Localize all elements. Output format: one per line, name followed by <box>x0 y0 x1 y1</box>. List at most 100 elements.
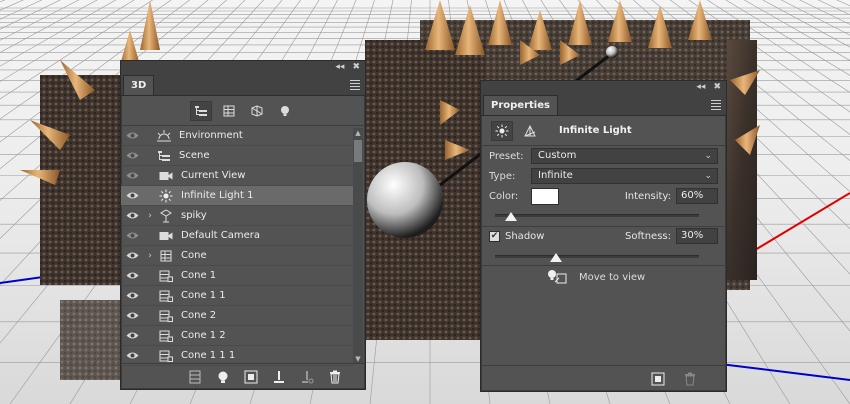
drop-to-plane-button[interactable] <box>271 369 287 385</box>
panel-menu-icon[interactable] <box>711 100 721 112</box>
preset-row: Preset: Custom ⌄ <box>489 147 718 165</box>
shadow-checkbox[interactable]: ✔ <box>489 230 500 242</box>
add-mesh-button[interactable] <box>187 369 203 385</box>
light-color-swatch[interactable] <box>531 187 559 205</box>
group-icon <box>157 208 175 223</box>
drop-selection-button[interactable] <box>299 369 315 385</box>
layer-row[interactable]: Scene <box>121 146 353 166</box>
3d-panel: ◂◂ ✖ 3D Environment Scene Current View I… <box>120 60 366 390</box>
visibility-eye-icon[interactable] <box>121 191 143 200</box>
render-button[interactable] <box>650 371 666 387</box>
intensity-slider-thumb[interactable] <box>505 212 518 221</box>
layer-row[interactable]: › Cone <box>121 246 353 266</box>
properties-toolbar <box>481 365 726 391</box>
layer-row[interactable]: Infinite Light 1 <box>121 186 353 206</box>
mesh-filter-button[interactable] <box>218 101 240 121</box>
visibility-eye-icon[interactable] <box>121 351 143 360</box>
render-button[interactable] <box>243 369 259 385</box>
add-light-button[interactable] <box>215 369 231 385</box>
layer-row[interactable]: Cone 1 2 <box>121 326 353 346</box>
render-icon <box>244 370 258 383</box>
visibility-eye-icon[interactable] <box>121 211 143 220</box>
layer-label: Cone 1 1 1 <box>181 350 236 361</box>
layer-filter-row <box>121 96 365 126</box>
panel-menu-icon[interactable] <box>350 80 360 92</box>
layer-label: Infinite Light 1 <box>181 190 254 201</box>
layer-label: Cone 1 2 <box>181 330 226 341</box>
mesh-instance-icon <box>157 270 175 282</box>
intensity-field[interactable]: 60% <box>676 188 718 204</box>
color-intensity-row: Color: Intensity: 60% <box>489 187 718 205</box>
scroll-up-icon[interactable]: ▲ <box>353 128 363 138</box>
mesh-instance-icon <box>157 350 175 362</box>
material-filter-icon <box>251 104 263 117</box>
drop-to-plane-icon <box>274 370 284 383</box>
visibility-eye-icon[interactable] <box>121 131 143 140</box>
visibility-eye-icon[interactable] <box>121 291 143 300</box>
close-panel-icon[interactable]: ✖ <box>352 63 360 72</box>
layer-row[interactable]: Cone 2 <box>121 306 353 326</box>
visibility-eye-icon[interactable] <box>121 311 143 320</box>
intensity-label: Intensity: <box>624 190 671 202</box>
light-filter-button[interactable] <box>274 101 296 121</box>
scene-icon <box>155 150 173 162</box>
chevron-down-icon: ⌄ <box>704 151 712 161</box>
shadow-softness-row: ✔ Shadow Softness: 30% <box>489 227 718 245</box>
tab-properties[interactable]: Properties <box>483 95 558 115</box>
scene-filter-button[interactable] <box>190 100 212 121</box>
layer-label: spiky <box>181 210 207 221</box>
visibility-eye-icon[interactable] <box>121 151 143 160</box>
light-properties-button[interactable] <box>491 120 513 141</box>
coordinates-button[interactable] <box>519 121 541 141</box>
scroll-thumb[interactable] <box>354 140 362 162</box>
preset-value: Custom <box>538 150 577 161</box>
collapse-panel-icon[interactable]: ◂◂ <box>335 63 344 72</box>
layer-list: Environment Scene Current View Infinite Lig… <box>121 126 365 366</box>
intensity-slider-track[interactable] <box>495 214 699 217</box>
visibility-eye-icon[interactable] <box>121 231 143 240</box>
layer-list-scrollbar[interactable]: ▲ ▼ <box>353 128 363 364</box>
preset-dropdown[interactable]: Custom ⌄ <box>531 148 718 164</box>
layer-label: Cone 1 1 <box>181 290 226 301</box>
softness-slider-track[interactable] <box>495 255 699 258</box>
panel-props-topbar: ◂◂ ✖ <box>481 81 726 94</box>
properties-panel: ◂◂ ✖ Properties Infinite Light Preset: C… <box>480 80 727 392</box>
visibility-eye-icon[interactable] <box>121 331 143 340</box>
layer-row[interactable]: Environment <box>121 126 353 146</box>
collapse-panel-icon[interactable]: ◂◂ <box>696 83 705 92</box>
type-value: Infinite <box>538 170 573 181</box>
move-to-view-button[interactable]: Move to view <box>547 269 645 285</box>
tab-3d[interactable]: 3D <box>123 75 155 95</box>
camera-icon <box>157 171 175 181</box>
visibility-eye-icon[interactable] <box>121 251 143 260</box>
properties-title: Infinite Light <box>559 125 632 136</box>
camera-icon <box>157 231 175 241</box>
type-dropdown[interactable]: Infinite ⌄ <box>531 168 718 184</box>
close-panel-icon[interactable]: ✖ <box>713 83 721 92</box>
delete-button[interactable] <box>327 369 343 385</box>
softness-slider-thumb[interactable] <box>550 253 563 262</box>
layer-row[interactable]: Cone 1 1 <box>121 286 353 306</box>
layer-row[interactable]: Cone 1 <box>121 266 353 286</box>
layer-row[interactable]: Current View <box>121 166 353 186</box>
panel-props-tabbar: Properties <box>481 94 726 116</box>
preset-label: Preset: <box>489 150 524 162</box>
panel-3d-toolbar <box>121 363 365 389</box>
visibility-eye-icon[interactable] <box>121 171 143 180</box>
material-filter-button[interactable] <box>246 101 268 121</box>
layer-label: Cone 2 <box>181 310 217 321</box>
mesh-icon <box>157 250 175 262</box>
layer-row[interactable]: Default Camera <box>121 226 353 246</box>
layer-row[interactable]: › spiky <box>121 206 353 226</box>
type-label: Type: <box>489 170 516 182</box>
expand-chevron-icon[interactable]: › <box>145 251 155 261</box>
delete-button[interactable] <box>682 371 698 387</box>
softness-field[interactable]: 30% <box>676 228 718 244</box>
type-row: Type: Infinite ⌄ <box>489 167 718 185</box>
layer-label: Cone <box>181 250 207 261</box>
infinite-light-icon <box>495 124 509 137</box>
expand-chevron-icon[interactable]: › <box>145 211 155 221</box>
mesh-filter-icon <box>223 105 235 116</box>
visibility-eye-icon[interactable] <box>121 271 143 280</box>
mesh-instance-icon <box>157 330 175 342</box>
